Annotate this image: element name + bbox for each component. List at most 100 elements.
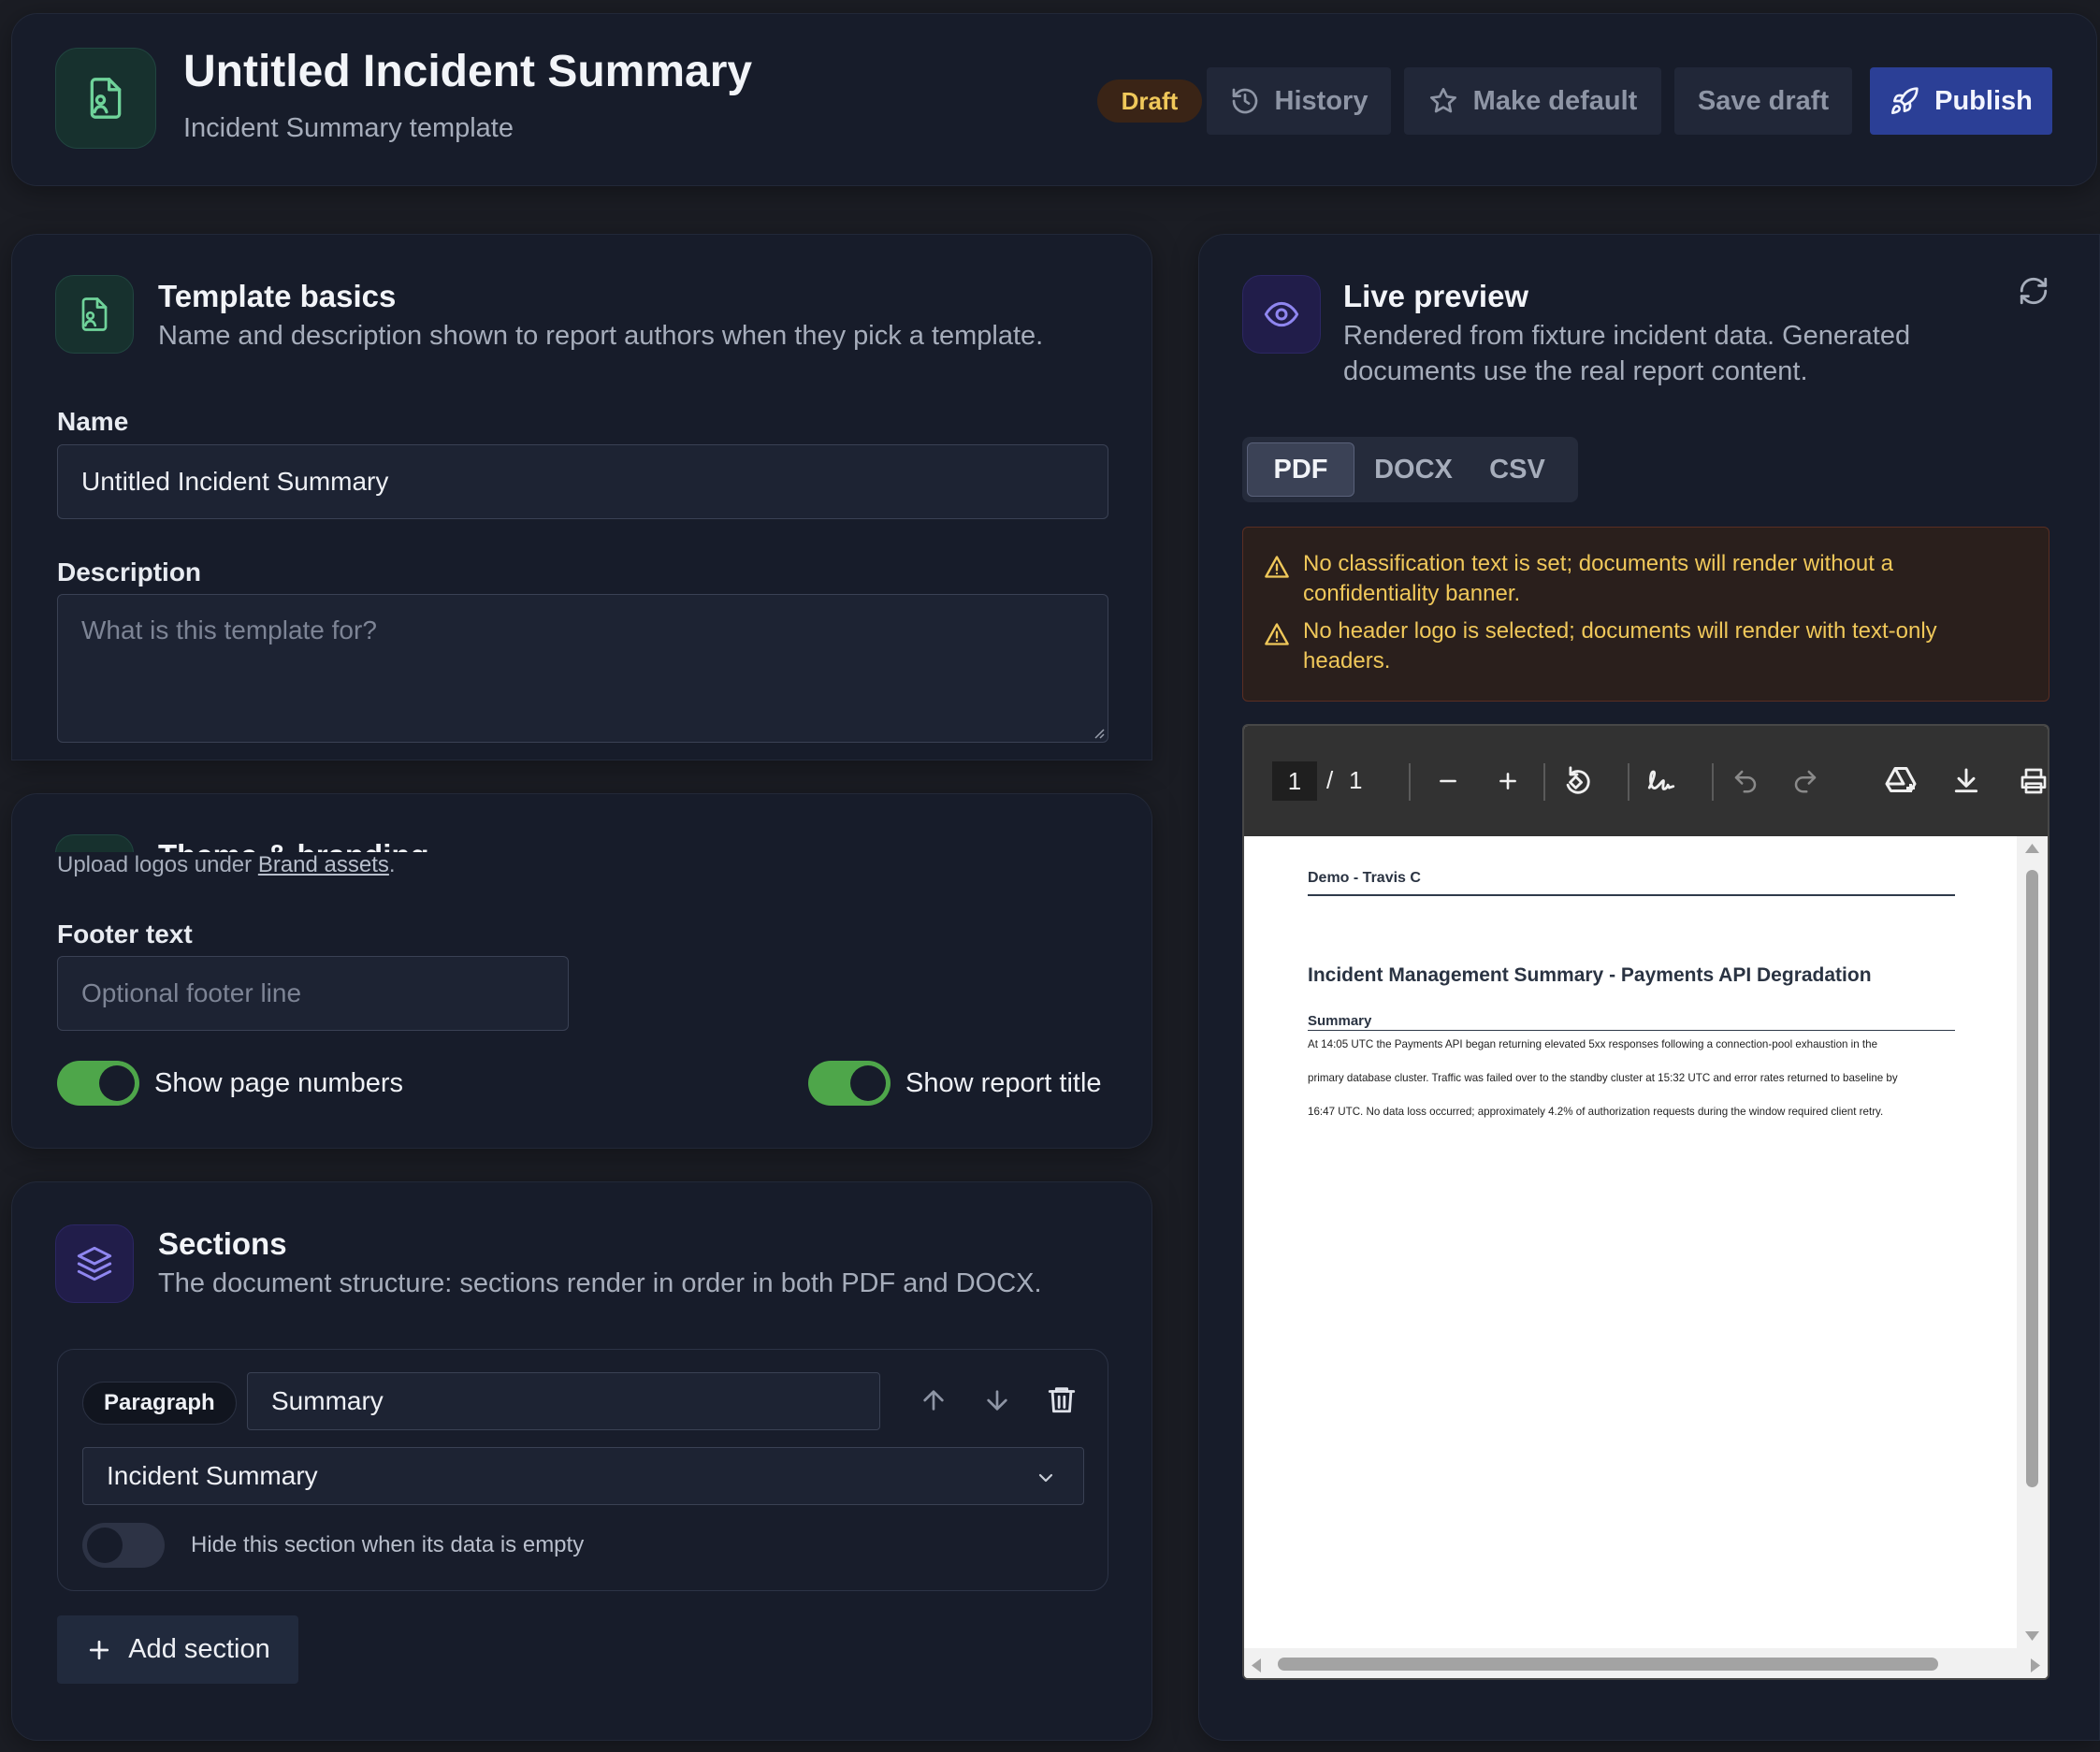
upload-note-prefix: Upload logos under [57,852,258,877]
preview-description-1: Rendered from fixture incident data. Gen… [1343,321,1911,351]
add-section-button[interactable]: Add section [57,1615,298,1684]
doc-title: Incident Management Summary - Payments A… [1308,964,1872,986]
move-down-button[interactable] [982,1385,1012,1415]
footer-text-input[interactable]: Optional footer line [57,956,569,1031]
drive-add-icon [1885,767,1917,792]
status-badge: Draft [1097,80,1202,123]
printer-icon [2020,768,2047,794]
warning-1-line-2: confidentiality banner. [1303,581,1521,606]
zoom-out-button[interactable] [1424,726,1472,836]
eye-icon [1264,301,1299,327]
theme-icon-tile [55,834,134,852]
make-default-label: Make default [1472,85,1638,116]
show-page-numbers-toggle[interactable] [57,1061,139,1106]
basics-icon-tile [55,275,134,354]
doc-body-line: primary database cluster. Traffic was fa… [1308,1072,1898,1084]
sections-icon-tile [55,1224,134,1303]
refresh-button[interactable] [2018,275,2049,307]
format-tabs: PDF DOCX CSV [1242,437,1578,502]
rocket-icon [1891,87,1919,114]
trash-icon [1048,1387,1076,1413]
horizontal-scroll-thumb[interactable] [1278,1658,1938,1671]
page-subtitle: Incident Summary template [183,113,514,143]
file-user-icon [81,297,108,331]
name-value: Untitled Incident Summary [81,467,389,496]
add-section-label: Add section [128,1634,270,1664]
toolbar-divider [1628,763,1629,801]
doc-body-line: 16:47 UTC. No data loss occurred; approx… [1308,1106,1884,1118]
history-label: History [1274,85,1369,116]
publish-button[interactable]: Publish [1870,67,2052,135]
save-draft-label: Save draft [1697,85,1830,116]
preview-description-2: documents use the real report content. [1343,356,1808,386]
arrow-down-icon [987,1390,1007,1411]
print-button[interactable] [2007,726,2048,836]
scroll-left-arrow-icon[interactable] [1250,1658,1263,1673]
vertical-scroll-thumb[interactable] [2026,870,2038,1487]
make-default-button[interactable]: Make default [1404,67,1661,135]
plus-icon [1499,773,1516,789]
section-name-input[interactable]: Summary [247,1372,880,1430]
doc-body-line: At 14:05 UTC the Payments API began retu… [1308,1038,1878,1050]
sections-description: The document structure: sections render … [158,1268,1042,1298]
resize-handle-icon[interactable] [1092,726,1105,739]
redo-icon [1794,770,1817,793]
horizontal-scrollbar[interactable] [1244,1648,2048,1678]
scroll-right-arrow-icon[interactable] [2029,1658,2042,1673]
zoom-in-button[interactable] [1484,726,1532,836]
doc-header-rule [1308,894,1955,896]
tab-pdf[interactable]: PDF [1247,442,1354,497]
delete-section-button[interactable] [1046,1383,1078,1415]
draw-button[interactable] [1635,726,1687,836]
preview-icon-tile [1242,275,1321,354]
history-button[interactable]: History [1207,67,1391,135]
add-to-drive-button[interactable] [1875,726,1927,836]
undo-button[interactable] [1719,726,1772,836]
preview-title: Live preview [1343,279,1529,313]
doc-section-heading: Summary [1308,1013,1372,1029]
toolbar-divider [1543,763,1545,801]
hide-when-empty-label: Hide this section when its data is empty [191,1532,585,1557]
sections-card: Sections The document structure: section… [11,1181,1152,1741]
tab-csv[interactable]: CSV [1470,442,1564,497]
layers-icon [77,1246,112,1281]
tab-docx[interactable]: DOCX [1362,442,1465,497]
warning-2-line-1: No header logo is selected; documents wi… [1303,618,1937,644]
warning-icon [1265,556,1289,578]
section-source-value: Incident Summary [107,1461,318,1490]
description-textarea[interactable]: What is this template for? [57,594,1108,743]
template-basics-card: Template basics Name and description sho… [11,234,1152,760]
brand-assets-link[interactable]: Brand assets [258,852,389,877]
toolbar-divider [1712,763,1714,801]
signature-icon [1647,770,1675,790]
pdf-page: Demo - Travis C Incident Management Summ… [1248,836,2015,1648]
pdf-toolbar: 1 / 1 [1244,726,2048,836]
warning-icon [1265,623,1289,645]
scroll-up-arrow-icon[interactable] [2024,842,2040,855]
vertical-scrollbar[interactable] [2017,836,2048,1648]
scroll-down-arrow-icon[interactable] [2024,1629,2040,1643]
rotate-button[interactable] [1551,726,1603,836]
rotate-icon [1566,766,1590,794]
footer-text-label: Footer text [57,919,193,948]
redo-button[interactable] [1779,726,1832,836]
star-icon [1429,88,1456,113]
section-source-select[interactable]: Incident Summary [82,1447,1084,1505]
name-input[interactable]: Untitled Incident Summary [57,444,1108,519]
move-up-button[interactable] [919,1385,949,1415]
save-draft-button[interactable]: Save draft [1674,67,1852,135]
upload-note-suffix: . [388,852,396,877]
minus-icon [1440,779,1456,783]
undo-icon [1734,770,1757,793]
pdf-viewer: 1 / 1 Demo - Travis C Incident Managemen… [1242,724,2049,1680]
download-button[interactable] [1940,726,1992,836]
hide-when-empty-toggle[interactable] [82,1523,165,1568]
show-report-title-toggle[interactable] [808,1061,891,1106]
warning-2-line-2: headers. [1303,648,1391,673]
theme-branding-card: Theme & branding Upload logos under Bran… [11,793,1152,1149]
chevron-down-icon [1038,1473,1053,1483]
page-number-input[interactable]: 1 [1272,761,1317,801]
doc-header: Demo - Travis C [1308,870,1421,886]
upload-note: Upload logos under Brand assets. [57,852,396,878]
section-item: Paragraph Summary Incident Summary Hide … [57,1349,1108,1591]
